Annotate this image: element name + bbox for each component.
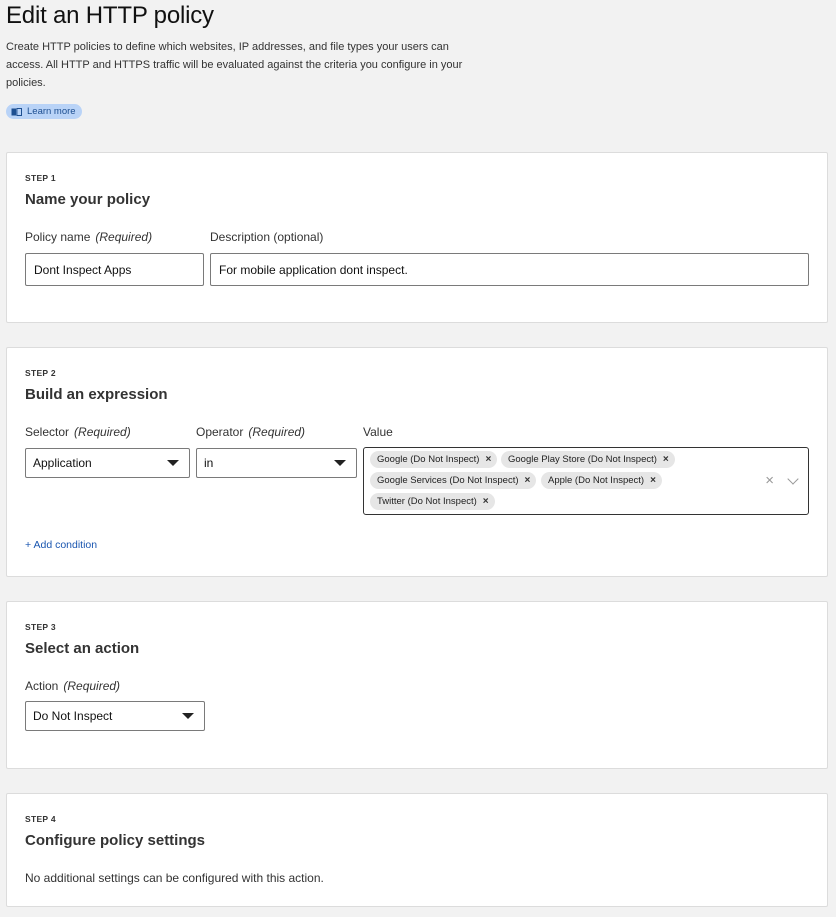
clear-all-icon[interactable]: × bbox=[765, 472, 774, 489]
page-title: Edit an HTTP policy bbox=[6, 2, 214, 29]
step-title: Select an action bbox=[25, 640, 140, 657]
page-description: Create HTTP policies to define which web… bbox=[6, 41, 463, 89]
remove-tag-icon[interactable]: × bbox=[485, 454, 491, 465]
action-dropdown[interactable]: Do Not Inspect bbox=[25, 701, 205, 731]
action-value: Do Not Inspect bbox=[33, 709, 113, 723]
step-label: STEP 2 bbox=[25, 368, 56, 378]
action-label: Action (Required) bbox=[25, 679, 121, 693]
remove-tag-icon[interactable]: × bbox=[525, 475, 531, 486]
selector-value: Application bbox=[33, 456, 92, 470]
chevron-down-icon[interactable] bbox=[787, 473, 799, 485]
description-label: Description (optional) bbox=[210, 230, 324, 244]
caret-down-icon bbox=[167, 460, 179, 466]
value-label: Value bbox=[363, 425, 393, 439]
description-input[interactable]: For mobile application dont inspect. bbox=[210, 253, 809, 286]
operator-dropdown[interactable]: in bbox=[196, 448, 357, 478]
operator-label: Operator (Required) bbox=[196, 425, 306, 439]
value-tag: Twitter (Do Not Inspect) × bbox=[370, 493, 495, 510]
value-tag: Google (Do Not Inspect) × bbox=[370, 451, 498, 468]
policy-name-input[interactable]: Dont Inspect Apps bbox=[25, 253, 204, 286]
policy-name-label: Policy name (Required) bbox=[25, 230, 153, 244]
step-title: Build an expression bbox=[25, 386, 168, 403]
step-title: Configure policy settings bbox=[25, 832, 206, 849]
value-tag: Apple (Do Not Inspect) × bbox=[541, 472, 662, 489]
selector-label: Selector (Required) bbox=[25, 425, 131, 439]
value-tag: Google Services (Do Not Inspect) × bbox=[370, 472, 537, 489]
add-condition-link[interactable]: + Add condition bbox=[25, 539, 97, 551]
learn-more-label: Learn more bbox=[27, 106, 76, 117]
value-multiselect[interactable]: Google (Do Not Inspect) × Google Play St… bbox=[363, 447, 809, 515]
step-label: STEP 3 bbox=[25, 622, 56, 632]
remove-tag-icon[interactable]: × bbox=[663, 454, 669, 465]
remove-tag-icon[interactable]: × bbox=[483, 496, 489, 507]
learn-more-link[interactable]: Learn more bbox=[6, 104, 82, 119]
step-label: STEP 4 bbox=[25, 814, 56, 824]
step3-card: STEP 3 Select an action Action (Required)… bbox=[6, 601, 828, 769]
book-icon bbox=[11, 107, 22, 116]
step1-card: STEP 1 Name your policy Policy name (Requ… bbox=[6, 152, 828, 323]
settings-info-text: No additional settings can be configured… bbox=[25, 871, 324, 885]
operator-value: in bbox=[204, 456, 214, 470]
caret-down-icon bbox=[182, 713, 194, 719]
caret-down-icon bbox=[334, 460, 346, 466]
step2-card: STEP 2 Build an expression Selector (Requ… bbox=[6, 347, 828, 577]
step4-card: STEP 4 Configure policy settings No addi… bbox=[6, 793, 828, 907]
value-tag: Google Play Store (Do Not Inspect) × bbox=[501, 451, 675, 468]
step-label: STEP 1 bbox=[25, 173, 56, 183]
remove-tag-icon[interactable]: × bbox=[650, 475, 656, 486]
selector-dropdown[interactable]: Application bbox=[25, 448, 190, 478]
step-title: Name your policy bbox=[25, 191, 151, 208]
